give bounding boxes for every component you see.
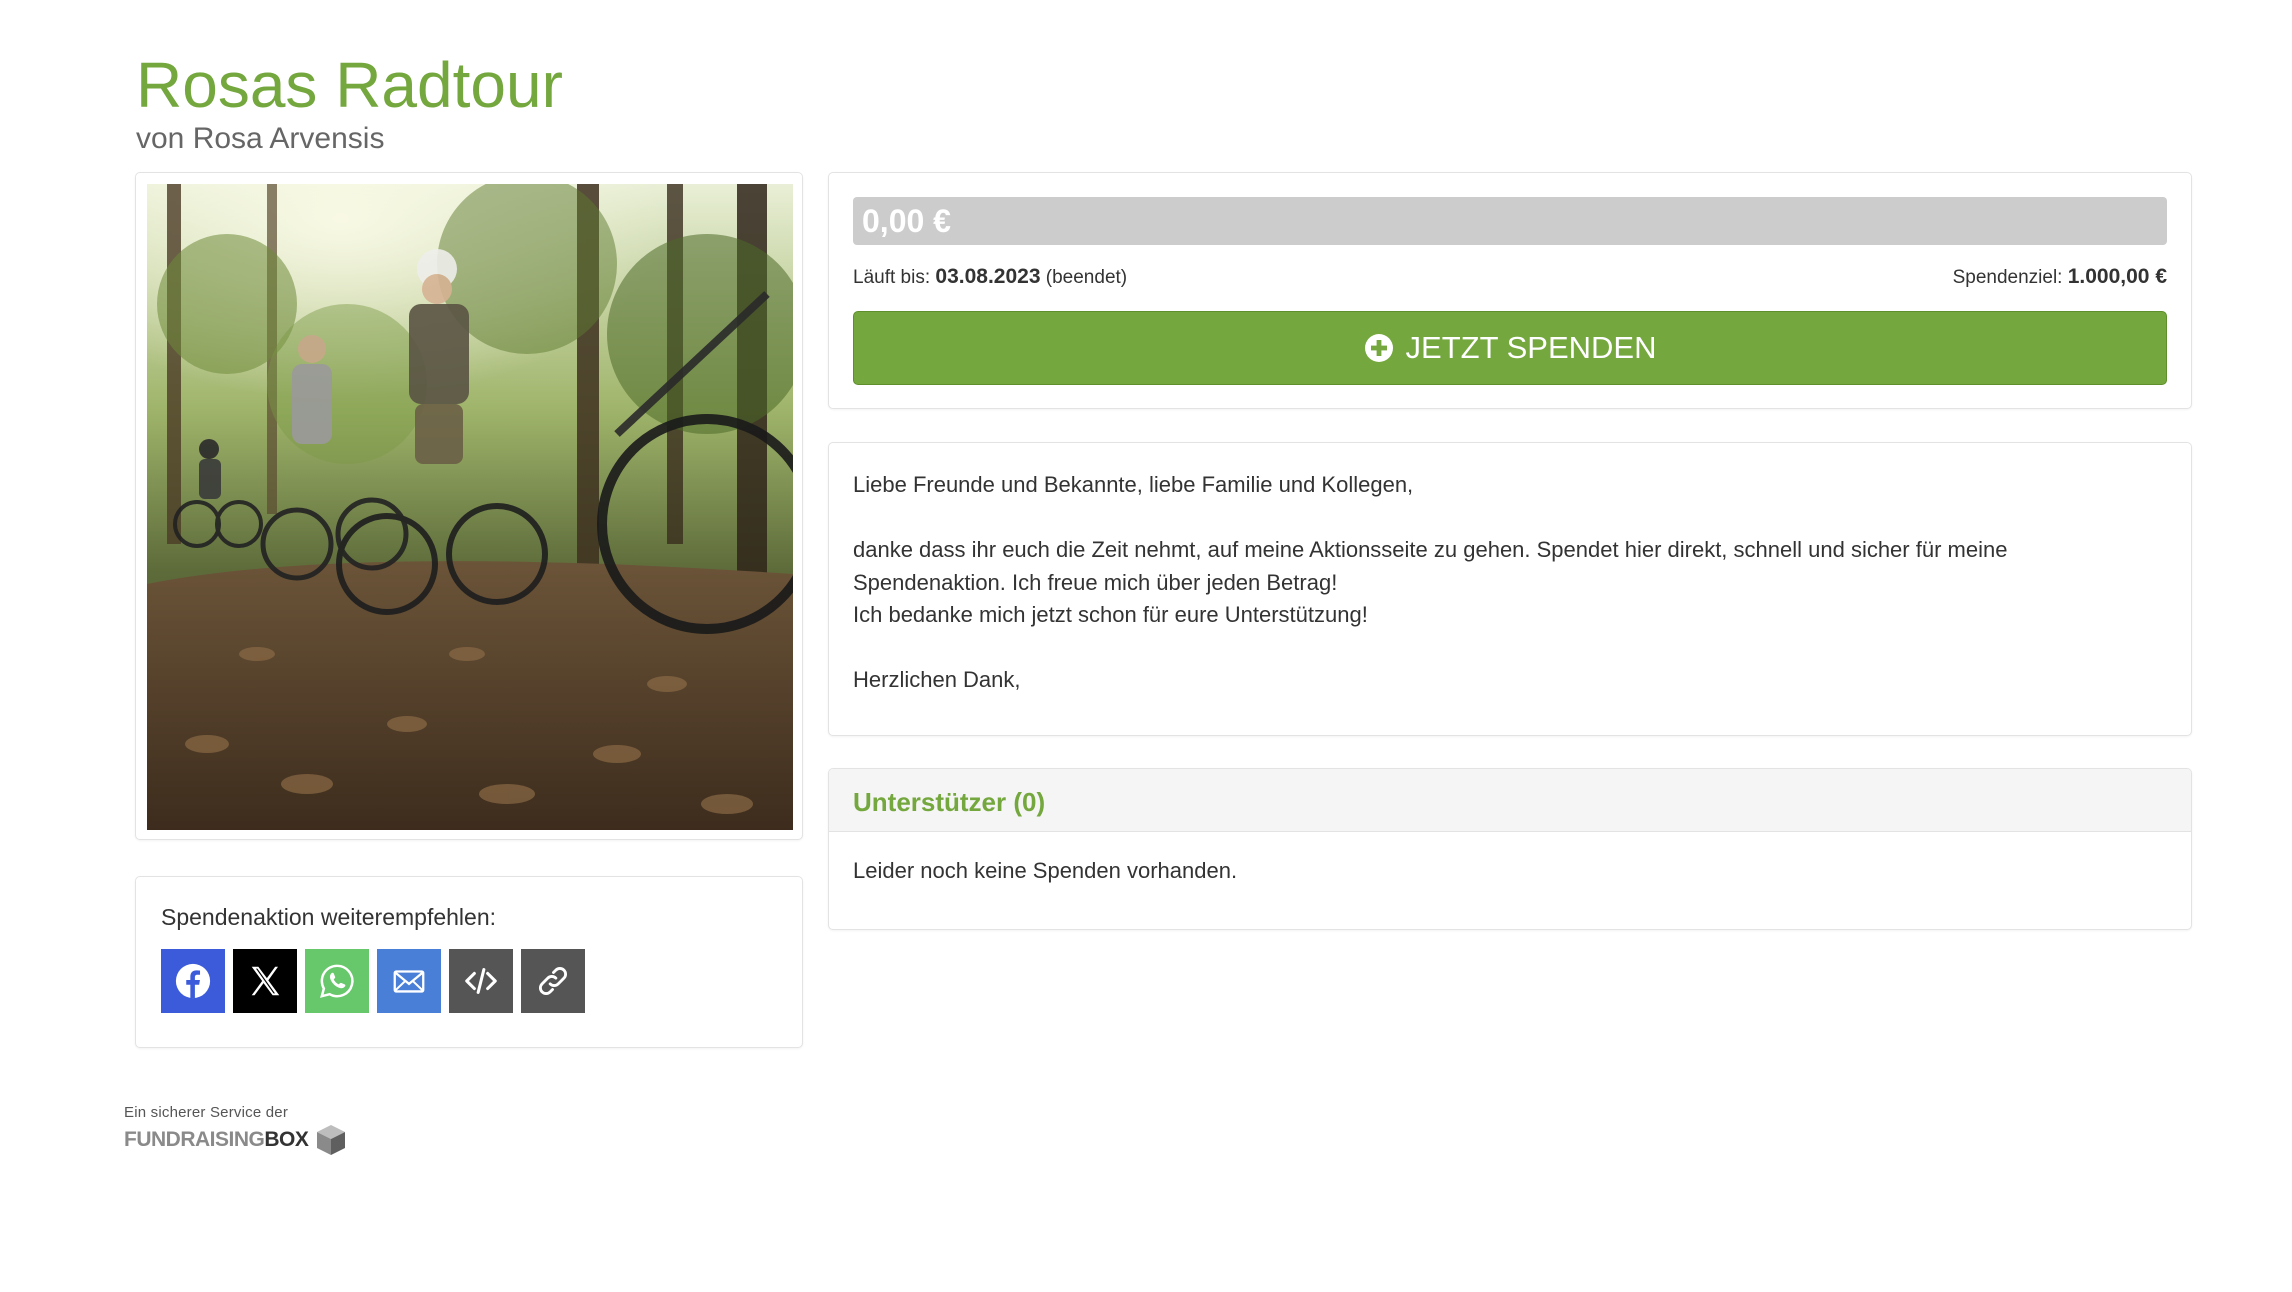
- donation-amount: 0,00 €: [862, 203, 951, 239]
- share-label: Spendenaktion weiterempfehlen:: [161, 904, 497, 930]
- runtime-info: Läuft bis: 03.08.2023 (beendet): [853, 265, 1127, 289]
- share-x-button[interactable]: [233, 949, 297, 1013]
- campaign-status: (beendet): [1045, 267, 1128, 288]
- brand-light: FUNDRAISING: [124, 1128, 265, 1151]
- share-facebook-button[interactable]: [161, 949, 225, 1013]
- page-title: Rosas Radtour: [136, 49, 563, 121]
- campaign-image-panel: [135, 172, 803, 840]
- footer-tagline: Ein sicherer Service der: [124, 1104, 289, 1121]
- supporters-empty-text: Leider noch keine Spenden vorhanden.: [853, 858, 1238, 883]
- brand-text: FUNDRAISINGBOX: [124, 1128, 309, 1152]
- description-line-1: danke dass ihr euch die Zeit nehmt, auf …: [853, 537, 2008, 562]
- brand-bold: BOX: [264, 1128, 309, 1151]
- plus-circle-icon: [1364, 334, 1393, 362]
- fundraisingbox-footer[interactable]: Ein sicherer Service der FUNDRAISINGBOX: [124, 1104, 348, 1157]
- donation-progress-bar: 0,00 €: [853, 197, 2167, 245]
- description-panel: Liebe Freunde und Bekannte, liebe Famili…: [828, 442, 2192, 736]
- whatsapp-icon: [320, 964, 354, 998]
- goal-label: Spendenziel:: [1952, 267, 2063, 288]
- description-closing: Herzlichen Dank,: [853, 667, 1021, 692]
- link-icon: [539, 967, 567, 995]
- share-embed-button[interactable]: [449, 949, 513, 1013]
- end-date: 03.08.2023: [935, 265, 1041, 288]
- campaign-photo: [147, 184, 793, 830]
- goal-amount: 1.000,00 €: [2067, 265, 2167, 288]
- donation-meta: Läuft bis: 03.08.2023 (beendet) Spendenz…: [853, 265, 2167, 289]
- supporters-heading: Unterstützer (0): [829, 769, 2191, 832]
- goal-info: Spendenziel: 1.000,00 €: [1953, 265, 2167, 289]
- donate-button-label: JETZT SPENDEN: [1405, 330, 1657, 365]
- description-greeting: Liebe Freunde und Bekannte, liebe Famili…: [853, 472, 1414, 497]
- campaign-page: Rosas Radtour von Rosa Arvensis Spendena…: [0, 0, 2292, 1292]
- mail-icon: [393, 970, 425, 993]
- author-subtitle: von Rosa Arvensis: [136, 122, 385, 155]
- facebook-icon: [175, 963, 211, 999]
- runs-until-label: Läuft bis:: [853, 267, 931, 288]
- supporters-panel: Unterstützer (0) Leider noch keine Spend…: [828, 768, 2192, 930]
- share-link-button[interactable]: [521, 949, 585, 1013]
- x-icon: [251, 966, 280, 996]
- description-line-3: Ich bedanke mich jetzt schon für eure Un…: [853, 602, 1368, 627]
- description-line-2: Spendenaktion. Ich freue mich über jeden…: [853, 569, 1338, 595]
- box-icon: [317, 1125, 346, 1155]
- share-panel: Spendenaktion weiterempfehlen:: [135, 876, 803, 1048]
- cyclists-forest-image: [147, 184, 793, 830]
- share-whatsapp-button[interactable]: [305, 949, 369, 1013]
- donation-panel: 0,00 € Läuft bis: 03.08.2023 (beendet) S…: [828, 172, 2192, 409]
- campaign-header: Rosas Radtour von Rosa Arvensis: [136, 50, 563, 156]
- donate-now-button[interactable]: JETZT SPENDEN: [853, 311, 2167, 385]
- fundraisingbox-logo: FUNDRAISINGBOX: [124, 1123, 348, 1157]
- share-buttons: [161, 949, 777, 1013]
- code-icon: [465, 968, 497, 994]
- share-email-button[interactable]: [377, 949, 441, 1013]
